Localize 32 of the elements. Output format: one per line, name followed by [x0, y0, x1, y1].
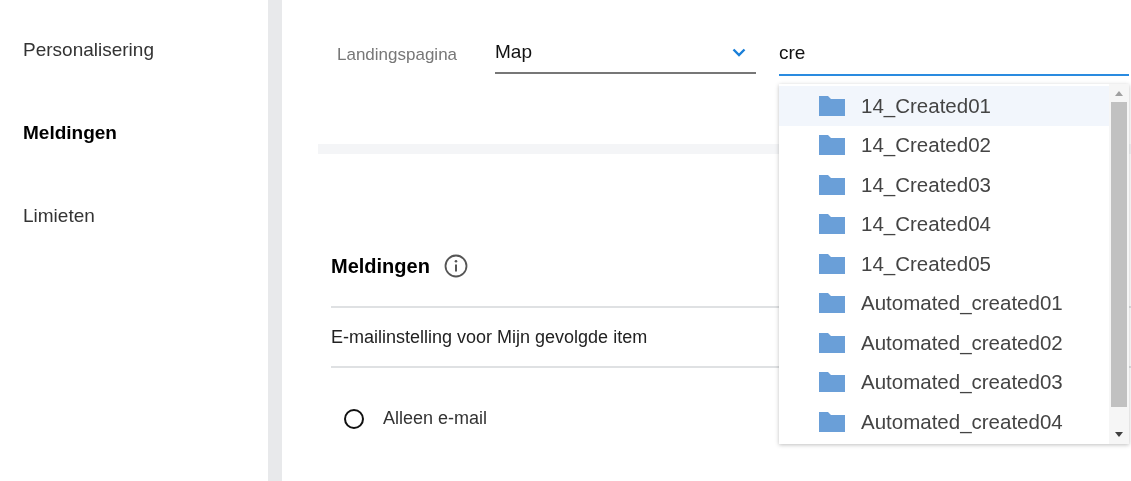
- folder-icon: [818, 134, 846, 157]
- option-label[interactable]: Alleen e-mail: [383, 408, 488, 429]
- section-title: Meldingen: [331, 254, 430, 278]
- landing-page-label: Landingspagina: [337, 45, 459, 65]
- scrollbar[interactable]: [1109, 84, 1129, 444]
- search-field[interactable]: cre: [779, 36, 1129, 76]
- sidebar-item[interactable]: Meldingen: [0, 119, 268, 202]
- folder-icon: [818, 292, 846, 315]
- folder-icon: [818, 173, 846, 196]
- info-icon[interactable]: [443, 254, 468, 278]
- sidebar-item[interactable]: Personalisering: [0, 36, 268, 119]
- folder-icon: [818, 252, 846, 275]
- radio-button[interactable]: [344, 408, 364, 429]
- folder-suggestion[interactable]: Automated_created01: [779, 283, 1109, 323]
- folder-icon: [818, 410, 846, 433]
- folder-icon: [818, 94, 846, 117]
- folder-suggestion[interactable]: Automated_created04: [779, 402, 1109, 442]
- sidebar-item[interactable]: Limieten: [0, 202, 268, 285]
- folder-suggestion[interactable]: 14_Created05: [779, 244, 1109, 284]
- folder-suggestion[interactable]: 14_Created04: [779, 204, 1109, 244]
- folder-icon: [818, 331, 846, 354]
- chevron-down-icon: [732, 47, 746, 57]
- landing-page-select[interactable]: Map: [495, 36, 756, 74]
- folder-icon: [818, 213, 846, 236]
- folder-suggestion[interactable]: Automated_created02: [779, 323, 1109, 363]
- folder-suggestion[interactable]: 14_Created02: [779, 125, 1109, 165]
- folder-suggestion[interactable]: 14_Created01: [779, 86, 1109, 126]
- scroll-down-icon[interactable]: [1114, 432, 1124, 438]
- scrollbar-thumb[interactable]: [1111, 102, 1127, 407]
- folder-suggestion[interactable]: 14_Created03: [779, 165, 1109, 205]
- folder-suggestion[interactable]: Automated_created03: [779, 362, 1109, 402]
- folder-icon: [818, 371, 846, 394]
